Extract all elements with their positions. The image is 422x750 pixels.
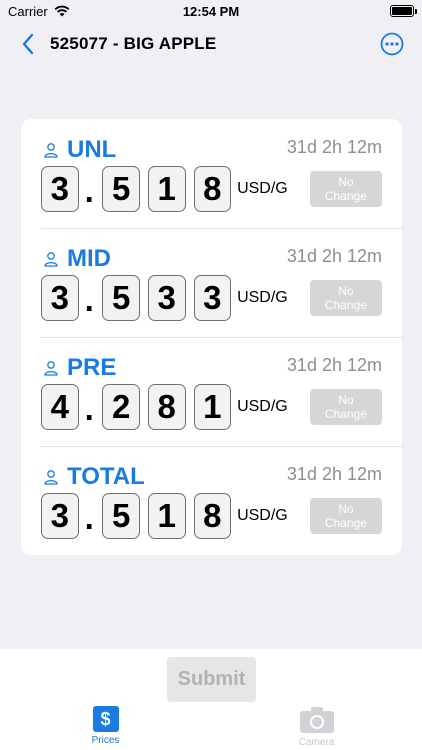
nav-bar: 525077 - BIG APPLE — [0, 22, 422, 66]
digit-box[interactable]: 2 — [102, 384, 140, 430]
digit-box[interactable]: 3 — [147, 275, 186, 321]
unit-label: USD/G — [237, 289, 288, 306]
digit-box[interactable]: 3 — [41, 166, 79, 212]
unit-label: USD/G — [237, 398, 288, 415]
more-button[interactable] — [380, 32, 404, 56]
unit-label: USD/G — [237, 507, 288, 524]
person-icon — [44, 252, 58, 267]
chevron-left-icon — [22, 33, 34, 55]
prices-card: UNL 31d 2h 12m 3 . 5 1 8 USD/G No Change… — [21, 119, 402, 555]
status-left: Carrier — [8, 4, 70, 19]
decimal-point: . — [84, 172, 94, 209]
status-badge: No Change — [309, 498, 382, 534]
digit-box[interactable]: 3 — [193, 275, 232, 321]
price-age: 31d 2h 12m — [286, 355, 382, 375]
price-input: 3 . 5 3 3 USD/G No Change — [41, 275, 382, 321]
page-title: 525077 - BIG APPLE — [50, 34, 217, 53]
digit-box[interactable]: 5 — [102, 493, 140, 539]
grade-label: UNL — [67, 136, 117, 163]
submit-button[interactable]: Submit — [167, 657, 256, 702]
person-icon — [44, 470, 58, 485]
price-age: 31d 2h 12m — [286, 137, 382, 157]
carrier-label: Carrier — [8, 3, 48, 19]
wifi-icon — [54, 5, 70, 17]
tab-label: Camera — [298, 737, 335, 748]
dollar-icon: $ — [92, 706, 119, 732]
price-age: 31d 2h 12m — [286, 464, 382, 484]
price-input: 4 . 2 8 1 USD/G No Change — [41, 384, 382, 430]
grade-row: MID 31d 2h 12m 3 . 5 3 3 USD/G No Change — [21, 228, 402, 337]
grade-row: PRE 31d 2h 12m 4 . 2 8 1 USD/G No Change — [21, 337, 402, 446]
price-input: 3 . 5 1 8 USD/G No Change — [41, 493, 382, 539]
digit-box[interactable]: 8 — [193, 493, 232, 539]
digit-box[interactable]: 5 — [102, 166, 140, 212]
battery-icon — [390, 5, 417, 17]
price-age: 31d 2h 12m — [286, 246, 382, 266]
digit-box[interactable]: 3 — [41, 493, 79, 539]
decimal-point: . — [84, 390, 94, 427]
status-badge: No Change — [309, 389, 382, 425]
digit-box[interactable]: 8 — [147, 384, 186, 430]
decimal-point: . — [84, 499, 94, 536]
digit-box[interactable]: 8 — [193, 166, 232, 212]
digit-box[interactable]: 1 — [193, 384, 232, 430]
tab-camera[interactable]: Camera — [211, 706, 422, 750]
back-button[interactable] — [6, 22, 50, 66]
tab-label: Prices — [91, 735, 120, 746]
grade-row: UNL 31d 2h 12m 3 . 5 1 8 USD/G No Change — [21, 119, 402, 228]
tab-bar: $ Prices Camera — [0, 706, 422, 750]
more-icon — [380, 32, 404, 56]
digit-box[interactable]: 4 — [41, 384, 79, 430]
grade-label: MID — [67, 245, 111, 272]
person-icon — [44, 361, 58, 376]
person-icon — [44, 143, 58, 158]
status-badge: No Change — [309, 171, 382, 207]
digit-box[interactable]: 3 — [41, 275, 79, 321]
digit-box[interactable]: 1 — [147, 166, 186, 212]
grade-label: TOTAL — [67, 463, 145, 490]
bottom-area: Submit $ Prices Camera — [0, 649, 422, 750]
digit-box[interactable]: 1 — [147, 493, 186, 539]
unit-label: USD/G — [237, 180, 288, 197]
price-input: 3 . 5 1 8 USD/G No Change — [41, 166, 382, 212]
decimal-point: . — [84, 281, 94, 318]
camera-icon — [299, 707, 334, 733]
grade-label: PRE — [67, 354, 117, 381]
digit-box[interactable]: 5 — [102, 275, 140, 321]
tab-prices[interactable]: $ Prices — [0, 706, 211, 750]
status-badge: No Change — [309, 280, 382, 316]
grade-row: TOTAL 31d 2h 12m 3 . 5 1 8 USD/G No Chan… — [21, 446, 402, 555]
status-bar: Carrier — [0, 0, 422, 22]
